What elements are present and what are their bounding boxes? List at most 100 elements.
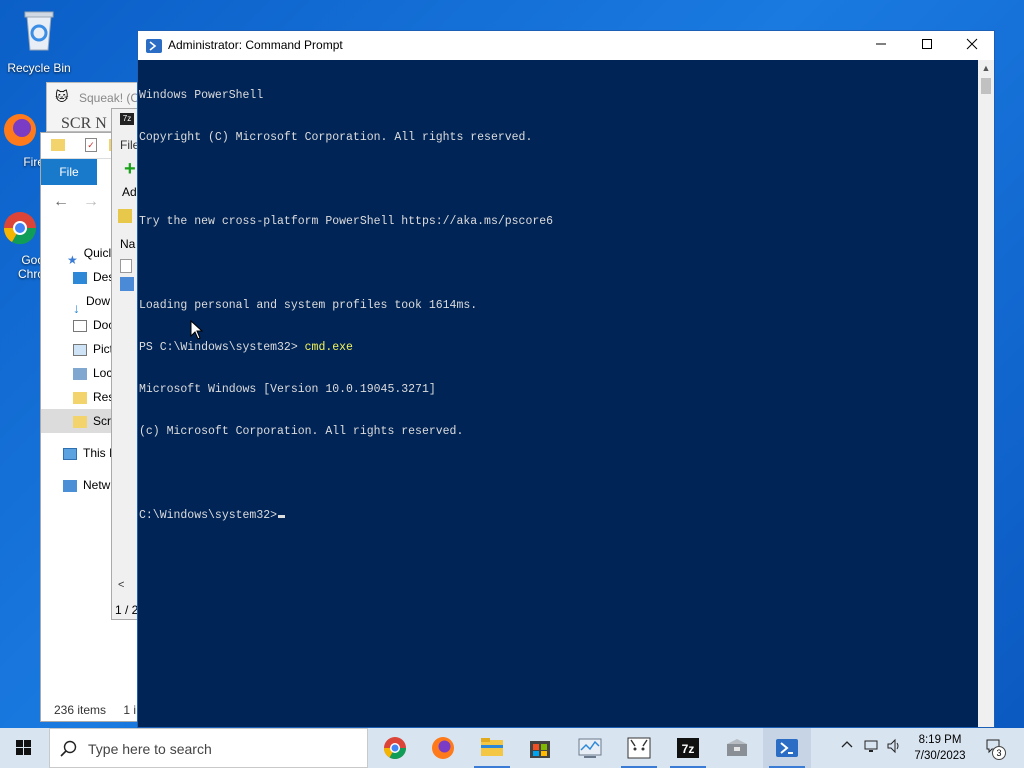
notification-badge: 3 (992, 746, 1006, 760)
powershell-app-icon (146, 39, 162, 53)
7zip-icon: 7z (120, 113, 134, 125)
nav-downloads-label: Dow (86, 294, 111, 308)
command-prompt-window[interactable]: Administrator: Command Prompt Windows Po… (137, 30, 995, 728)
console-line: Microsoft Windows [Version 10.0.19045.32… (139, 383, 436, 396)
folder-icon (73, 391, 87, 404)
7zip-add-label: Ad (122, 185, 137, 199)
squeak-cat-icon: 🐱 (55, 89, 69, 104)
performance-monitor-icon (578, 738, 602, 758)
folder-icon (73, 415, 87, 428)
chrome-icon (3, 212, 37, 245)
selected-count: 1 i (123, 703, 137, 717)
nav-this-pc-label: This I (83, 446, 113, 460)
taskbar-search-box[interactable]: Type here to search (49, 728, 368, 768)
recycle-bin-glyph-icon (24, 11, 54, 51)
installer-box-icon (727, 739, 747, 756)
maximize-icon (922, 39, 932, 49)
7zip-column-name[interactable]: Na (120, 237, 135, 251)
explorer-status-bar: 236 items 1 i (54, 703, 136, 717)
document-icon (73, 319, 87, 332)
windows-logo-icon (16, 740, 31, 755)
store-bag-icon (530, 741, 550, 758)
up-folder-icon[interactable] (118, 209, 132, 223)
ps-prompt-line: PS C:\Windows\system32> cmd.exe (139, 341, 978, 355)
taskbar-powershell[interactable] (763, 728, 811, 768)
taskbar-chrome[interactable] (371, 728, 419, 768)
clock-date: 7/30/2023 (914, 750, 966, 762)
taskbar-store[interactable] (516, 728, 564, 768)
minimize-button[interactable] (858, 31, 904, 60)
network-icon (63, 479, 77, 492)
start-button[interactable] (0, 728, 48, 768)
back-arrow-icon[interactable]: ← (53, 193, 69, 211)
file-icon (120, 259, 132, 273)
console-line: Loading personal and system profiles too… (139, 299, 478, 312)
taskbar-7zip[interactable]: 7z (664, 728, 712, 768)
scroll-thumb[interactable] (981, 78, 991, 94)
powershell-icon (776, 739, 798, 757)
clock-time: 8:19 PM (918, 734, 962, 746)
maximize-button[interactable] (904, 31, 950, 60)
file-explorer-icon (481, 738, 503, 756)
7zip-icon: 7z (677, 738, 699, 758)
console-line: Windows PowerShell (139, 89, 264, 102)
cmd-prompt-line[interactable]: C:\Windows\system32> (139, 509, 978, 523)
item-count: 236 items (54, 703, 107, 717)
scroll-left-icon[interactable]: < (118, 579, 124, 591)
svg-text:7z: 7z (682, 742, 695, 756)
file-tab[interactable]: File (41, 159, 97, 185)
nav-network-label: Netw (83, 478, 111, 492)
ps-prompt: PS C:\Windows\system32> (139, 341, 305, 354)
network-tray-icon[interactable] (862, 738, 880, 758)
close-button[interactable] (949, 31, 995, 60)
search-icon (60, 740, 77, 757)
mouse-pointer-icon (190, 320, 204, 340)
taskbar: Type here to search 7z 8:19 PM 7/30/2023… (0, 728, 1024, 768)
scroll-up-icon[interactable]: ▲ (978, 60, 994, 76)
add-plus-icon[interactable]: + (124, 159, 136, 179)
image-file-icon (120, 277, 134, 291)
squeak-title: Squeak! (C (79, 91, 140, 105)
volume-icon[interactable] (885, 738, 903, 758)
nav-quick-access-label: Quicl (83, 246, 112, 260)
download-icon: ↓ (73, 299, 80, 313)
console-line: Copyright (C) Microsoft Corporation. All… (139, 131, 533, 144)
7zip-status: 1 / 2 (115, 603, 139, 617)
close-icon (966, 38, 978, 50)
console-line: Try the new cross-platform PowerShell ht… (139, 215, 554, 228)
chrome-icon (384, 737, 406, 759)
vertical-scrollbar[interactable]: ▲ (978, 60, 994, 727)
computer-icon (63, 447, 77, 460)
local-disk-icon (73, 367, 87, 380)
properties-icon[interactable]: ✓ (85, 138, 97, 152)
cmd-prompt: C:\Windows\system32> (139, 509, 278, 522)
firefox-icon (4, 114, 36, 146)
pictures-icon (73, 343, 87, 356)
taskbar-squeak[interactable] (615, 728, 663, 768)
squeak-cat-icon (627, 737, 651, 759)
ps-command: cmd.exe (304, 341, 353, 354)
firefox-icon (432, 737, 454, 759)
taskbar-app-monitor[interactable] (566, 728, 614, 768)
taskbar-installer[interactable] (713, 728, 761, 768)
show-hidden-icons-chevron-icon[interactable] (838, 738, 856, 758)
console-line: (c) Microsoft Corporation. All rights re… (139, 425, 464, 438)
minimize-icon (876, 43, 886, 45)
nav-pictures-label: Pict (93, 342, 114, 356)
nav-local-label: Loc (93, 366, 113, 380)
forward-arrow-icon[interactable]: → (83, 193, 99, 211)
star-icon: ★ (67, 252, 78, 265)
squeak-banner: SCR N (61, 115, 107, 132)
window-title: Administrator: Command Prompt (168, 38, 343, 52)
folder-icon (51, 139, 65, 151)
recycle-bin-icon[interactable]: Recycle Bin (3, 6, 75, 75)
system-clock[interactable]: 8:19 PM 7/30/2023 (910, 732, 970, 764)
title-bar[interactable]: Administrator: Command Prompt (138, 31, 994, 60)
taskbar-firefox[interactable] (419, 728, 467, 768)
taskbar-file-explorer[interactable] (468, 728, 516, 768)
recycle-bin-label: Recycle Bin (7, 61, 71, 75)
console-output[interactable]: Windows PowerShell Copyright (C) Microso… (138, 60, 978, 727)
